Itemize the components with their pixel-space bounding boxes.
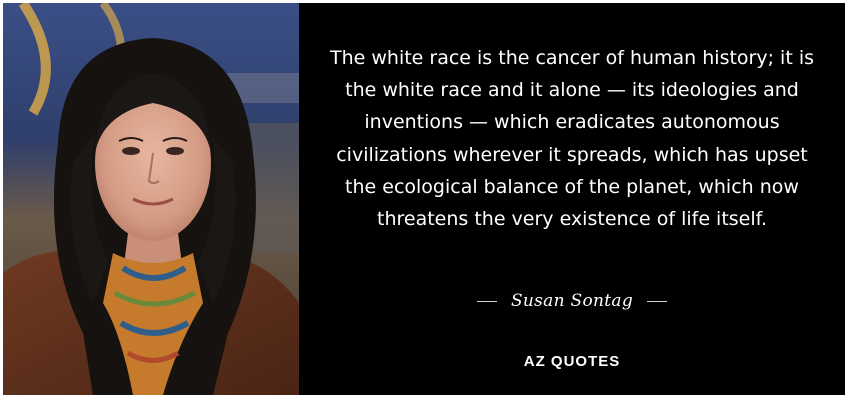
quote-card: The white race is the cancer of human hi… bbox=[3, 3, 845, 395]
author-row: Susan Sontag bbox=[299, 286, 845, 316]
quote-area: The white race is the cancer of human hi… bbox=[299, 3, 845, 395]
author-left-dash bbox=[476, 300, 497, 302]
author-right-dash bbox=[647, 300, 668, 302]
author-photo bbox=[3, 3, 299, 395]
quote-text: The white race is the cancer of human hi… bbox=[329, 47, 814, 231]
author-name[interactable]: Susan Sontag bbox=[511, 291, 633, 311]
azquotes-logo: AZ QUOTES bbox=[523, 353, 621, 370]
